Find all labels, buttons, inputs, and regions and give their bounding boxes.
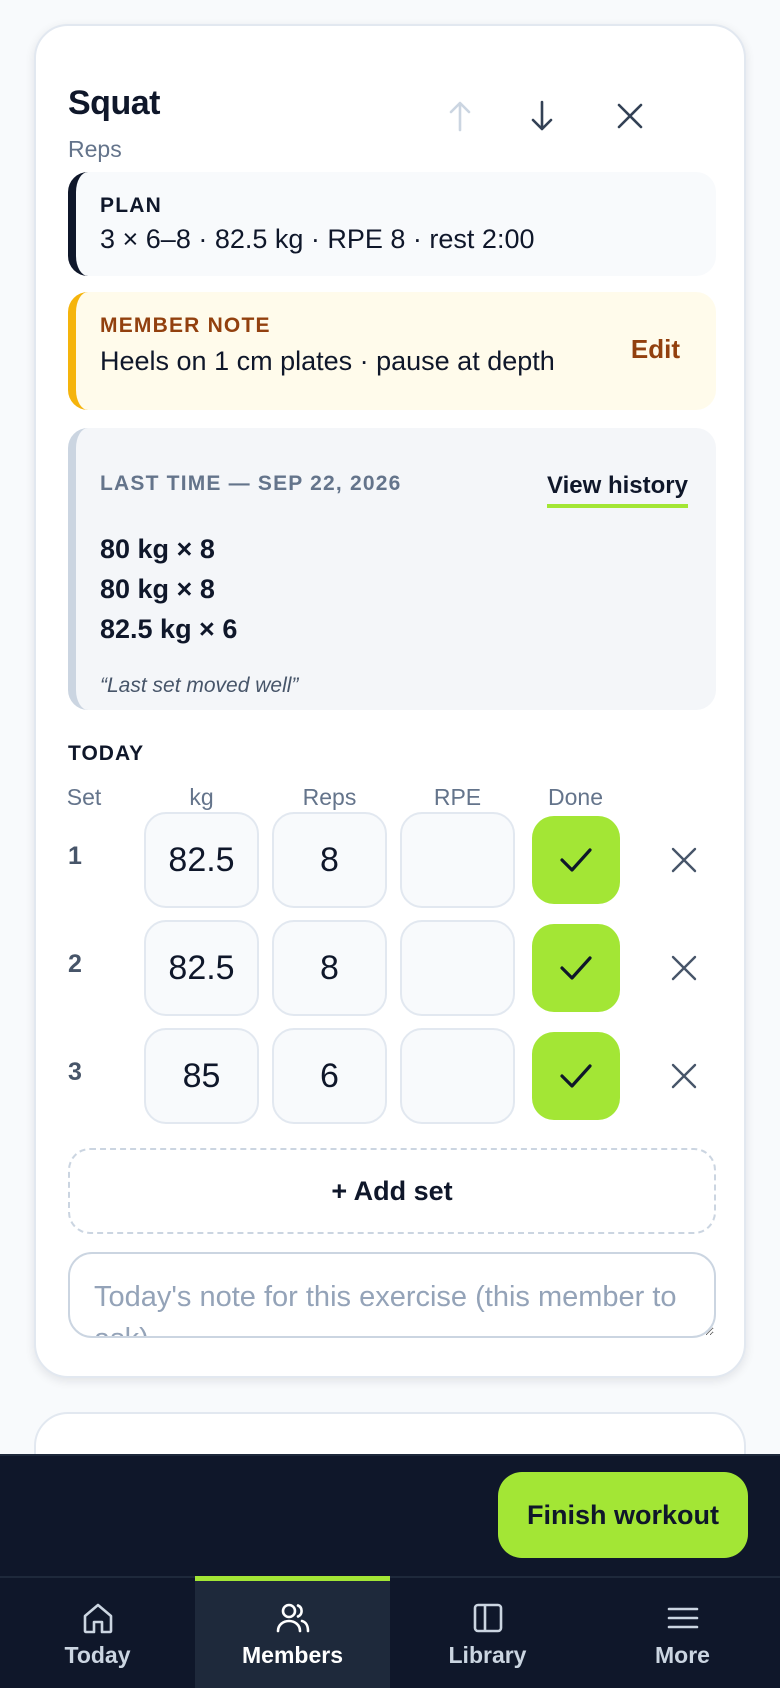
tab-more[interactable]: More [585,1578,780,1688]
users-icon [276,1603,309,1632]
tab-members[interactable]: Members [195,1576,390,1688]
exercise-note-input[interactable] [68,1252,716,1338]
set-number: 2 [68,950,82,978]
tab-library[interactable]: Library [390,1578,585,1688]
set-number: 3 [68,1058,82,1086]
set-row: 3 85 6 [36,1028,748,1124]
member-note-label: MEMBER NOTE [100,314,271,337]
last-set-3: 82.5 kg × 6 [100,614,238,644]
col-kg: kg [189,784,214,810]
check-icon [560,1064,592,1088]
last-set-2: 80 kg × 8 [100,574,215,604]
home-icon [83,1603,112,1633]
rpe-input[interactable] [400,812,515,908]
reps-input[interactable]: 6 [272,1028,387,1124]
col-rpe: RPE [433,784,482,810]
move-up-button[interactable] [430,90,490,142]
col-done: Done [548,784,603,810]
today-label: TODAY [68,742,145,765]
exercise-title: Squat [68,84,160,122]
plan-text: 3 × 6–8 · 82.5 kg · RPE 8 · rest 2:00 [100,224,535,254]
last-time-box: LAST TIME — SEP 22, 2026 View history 80… [68,428,716,710]
exercise-card: Squat Reps PLAN 3 × 6–8 · 82.5 kg · RPE … [34,24,746,1378]
remove-set-button[interactable] [656,1048,712,1104]
view-history-link[interactable]: View history [547,472,688,508]
move-down-button[interactable] [512,90,572,142]
plan-box: PLAN 3 × 6–8 · 82.5 kg · RPE 8 · rest 2:… [68,172,716,276]
set-number: 1 [68,842,82,870]
last-time-label: LAST TIME — SEP 22, 2026 [100,472,402,495]
reps-input[interactable]: 8 [272,812,387,908]
finish-workout-button[interactable]: Finish workout [498,1472,748,1558]
tab-label: Library [448,1641,527,1668]
member-note-box: MEMBER NOTE Heels on 1 cm plates · pause… [68,292,716,410]
kg-input[interactable]: 85 [144,1028,259,1124]
close-icon [671,847,697,873]
done-toggle[interactable] [532,1032,620,1120]
book-icon [473,1603,502,1632]
rpe-input[interactable] [400,1028,515,1124]
done-toggle[interactable] [532,816,620,904]
check-icon [560,848,592,872]
last-set-1: 80 kg × 8 [100,534,215,564]
close-icon [617,103,643,129]
rpe-input[interactable] [400,920,515,1016]
check-icon [560,956,592,980]
finish-bar: Finish workout [0,1454,780,1576]
reps-input[interactable]: 8 [272,920,387,1016]
done-toggle[interactable] [532,924,620,1012]
menu-icon [667,1607,698,1628]
arrow-down-icon [531,100,553,131]
col-set: Set [66,784,102,810]
kg-input[interactable]: 82.5 [144,920,259,1016]
remove-set-button[interactable] [656,832,712,888]
set-row: 1 82.5 8 [36,812,748,908]
arrow-up-icon [449,101,471,132]
remove-set-button[interactable] [656,940,712,996]
bottom-tab-bar: Today Members Library More [0,1576,780,1688]
kg-input[interactable]: 82.5 [144,812,259,908]
remove-exercise-button[interactable] [600,90,660,142]
tab-label: More [655,1641,710,1668]
plan-label: PLAN [100,194,162,217]
exercise-type: Reps [68,136,122,162]
tab-today[interactable]: Today [0,1578,195,1688]
col-reps: Reps [302,784,357,810]
set-row: 2 82.5 8 [36,920,748,1016]
tab-label: Members [242,1641,343,1668]
add-set-button[interactable]: + Add set [68,1148,716,1234]
edit-note-button[interactable]: Edit [631,334,680,365]
close-icon [671,955,697,981]
member-note-text: Heels on 1 cm plates · pause at depth [100,346,555,376]
close-icon [671,1063,697,1089]
last-time-note: “Last set moved well” [100,674,299,697]
tab-label: Today [64,1641,131,1668]
